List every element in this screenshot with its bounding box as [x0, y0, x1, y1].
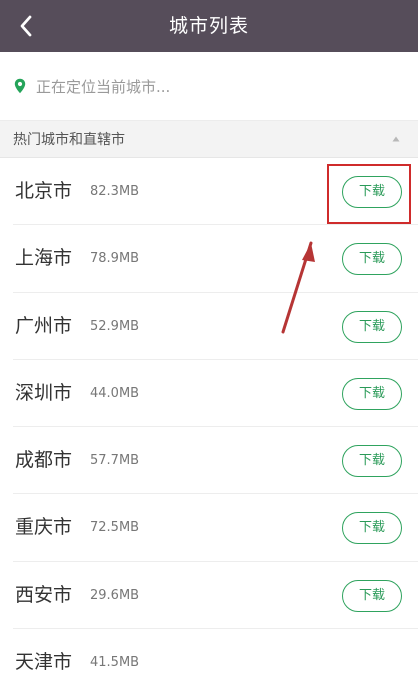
city-row-shanghai[interactable]: 上海市 78.9MB 下载 — [13, 225, 418, 293]
city-name: 上海市 — [15, 247, 73, 270]
city-row-chengdu[interactable]: 成都市 57.7MB 下载 — [13, 427, 418, 495]
city-size: 52.9MB — [90, 318, 140, 334]
city-name: 天津市 — [15, 651, 73, 674]
city-name: 西安市 — [15, 583, 73, 606]
city-name: 深圳市 — [15, 381, 73, 404]
download-button-guangzhou[interactable]: 下载 — [342, 310, 402, 343]
download-button-shenzhen[interactable]: 下载 — [342, 377, 402, 410]
city-row-shenzhen[interactable]: 深圳市 44.0MB 下载 — [13, 360, 418, 428]
download-button-chengdu[interactable]: 下载 — [342, 445, 402, 478]
city-name: 北京市 — [15, 180, 73, 202]
city-name: 重庆市 — [15, 516, 73, 539]
city-size: 82.3MB — [90, 184, 140, 199]
triangle-up-icon[interactable] — [392, 136, 400, 142]
current-location-row[interactable]: 正在定位当前城市... — [0, 52, 418, 120]
city-size: 78.9MB — [90, 251, 140, 267]
download-button-chongqing[interactable]: 下载 — [342, 512, 402, 545]
city-name: 广州市 — [15, 314, 73, 337]
city-list-page: 城市列表 正在定位当前城市... 热门城市和直辖市 北京市 82.3MB 下载 … — [0, 0, 418, 686]
download-button-xian[interactable]: 下载 — [342, 579, 402, 612]
city-row-tianjin[interactable]: 天津市 41.5MB — [13, 629, 418, 686]
city-row-xian[interactable]: 西安市 29.6MB 下载 — [13, 562, 418, 630]
annotation-highlight-box — [327, 164, 411, 224]
header-bar: 城市列表 — [0, 0, 418, 52]
annotation-arrow-icon — [281, 241, 315, 334]
city-row-guangzhou[interactable]: 广州市 52.9MB 下载 — [13, 293, 418, 360]
page-title: 城市列表 — [168, 15, 249, 37]
location-status-text: 正在定位当前城市... — [36, 77, 171, 96]
hot-cities-section-header[interactable]: 热门城市和直辖市 — [0, 120, 418, 158]
city-size: 44.0MB — [90, 385, 140, 401]
city-row-chongqing[interactable]: 重庆市 72.5MB 下载 — [13, 494, 418, 562]
location-pin-icon — [14, 78, 26, 94]
city-size: 41.5MB — [90, 655, 140, 671]
city-size: 29.6MB — [90, 587, 140, 603]
city-list: 北京市 82.3MB 下载 上海市 78.9MB 下载 广州市 52.9MB 下… — [0, 158, 418, 686]
city-size: 72.5MB — [90, 520, 140, 536]
city-size: 57.7MB — [90, 453, 140, 469]
section-title: 热门城市和直辖市 — [13, 132, 125, 148]
city-name: 成都市 — [15, 449, 73, 472]
download-button-shanghai[interactable]: 下载 — [342, 243, 402, 276]
